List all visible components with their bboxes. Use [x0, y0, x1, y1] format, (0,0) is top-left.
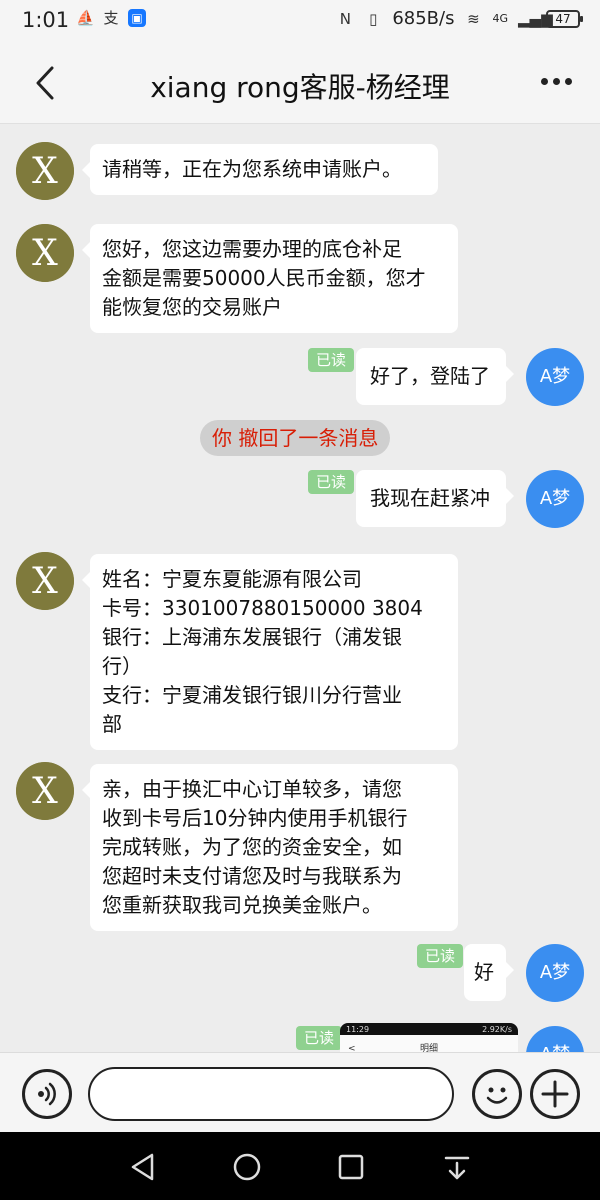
more-dot — [564, 77, 572, 85]
chat-header: xiang rong客服-杨经理 — [0, 42, 600, 124]
signal-label: 4G — [492, 12, 508, 25]
message-line: 亲，由于换汇中心订单较多，请您 — [102, 777, 402, 801]
vibrate-icon: ▯ — [369, 9, 378, 28]
signal-icon: ▂▄▆ — [518, 9, 553, 28]
more-dot — [552, 77, 560, 85]
svg-text:X: X — [32, 233, 58, 274]
agent-avatar[interactable]: X — [16, 552, 74, 610]
message-line: 支行：宁夏浦发银行银川分行营业 — [102, 683, 402, 707]
message-bubble-self[interactable]: 我现在赶紧冲 — [356, 470, 514, 527]
message-bubble[interactable]: 您好，您这边需要办理的底仓补足 金额是需要50000人民币金额，您才 能恢复您的… — [82, 224, 458, 333]
x-logo-icon: X — [16, 552, 74, 610]
message-line: 收到卡号后10分钟内使用手机银行 — [102, 806, 408, 830]
battery-icon: 47 — [546, 9, 583, 28]
thumb-status-right: 2.92K/s — [482, 1025, 512, 1034]
user-avatar[interactable]: A梦 — [526, 944, 584, 1002]
read-badge: 已读 — [417, 944, 464, 968]
nav-home-button[interactable] — [230, 1150, 264, 1184]
nav-back-button[interactable] — [126, 1150, 160, 1184]
voice-button[interactable] — [22, 1069, 72, 1119]
home-circle-icon — [233, 1153, 261, 1181]
read-badge: 已读 — [296, 1026, 343, 1050]
message-line: 完成转账，为了您的资金安全，如 — [102, 835, 402, 859]
message-line: 您超时未支付请您及时与我联系为 — [102, 864, 402, 888]
emoji-button[interactable] — [472, 1069, 522, 1119]
svg-text:X: X — [32, 151, 58, 192]
x-logo-icon: X — [16, 224, 74, 282]
boat-icon: ⛵ — [76, 9, 95, 27]
alipay-icon: 支 — [103, 9, 119, 27]
message-line: 行） — [102, 654, 142, 678]
chat-messages[interactable]: X 请稍等，正在为您系统申请账户。 X 您好，您这边需要办理的底仓补足 金额是需… — [0, 124, 600, 1052]
message-line: 银行：上海浦东发展银行（浦发银 — [102, 625, 402, 649]
recall-notice: 你 撤回了一条消息 — [200, 420, 391, 456]
message-bubble[interactable]: 请稍等，正在为您系统申请账户。 — [82, 144, 438, 195]
system-nav-bar — [0, 1132, 600, 1200]
thumb-back-icon: < — [348, 1044, 356, 1052]
network-speed: 685B/s — [392, 8, 455, 29]
agent-avatar[interactable]: X — [16, 224, 74, 282]
nav-recents-button[interactable] — [334, 1150, 368, 1184]
status-right: N ▯ 685B/s ≋ 4G ▂▄▆ 47 — [336, 8, 583, 29]
back-triangle-icon — [131, 1153, 154, 1181]
thumb-header: < 明细 — [340, 1035, 518, 1052]
message-text: 请稍等，正在为您系统申请账户。 — [102, 157, 402, 181]
message-line: 卡号：3301007880150000 3804 — [102, 596, 423, 620]
recents-square-icon — [338, 1154, 364, 1180]
more-horizontal-icon — [540, 77, 548, 85]
nfc-icon: N — [339, 9, 351, 28]
message-line: 您好，您这边需要办理的底仓补足 — [102, 237, 402, 261]
input-bar — [0, 1052, 600, 1132]
battery-level: 47 — [555, 11, 571, 26]
user-avatar[interactable]: A梦 — [526, 1026, 584, 1052]
message-input[interactable] — [88, 1067, 454, 1121]
notification-down-icon — [444, 1156, 470, 1180]
x-logo-icon: X — [16, 142, 74, 200]
app-icon: ▣ — [128, 9, 146, 27]
x-logo-icon: X — [16, 762, 74, 820]
image-message-thumbnail[interactable]: 11:29 2.92K/s < 明细 — [340, 1023, 518, 1052]
thumb-time: 11:29 — [346, 1025, 370, 1034]
read-badge: 已读 — [308, 348, 355, 372]
thumb-status-bar: 11:29 2.92K/s — [340, 1023, 518, 1035]
nav-notification-button[interactable] — [440, 1150, 474, 1184]
svg-text:X: X — [32, 771, 58, 812]
user-avatar[interactable]: A梦 — [526, 348, 584, 406]
message-line: 金额是需要50000人民币金额，您才 — [102, 266, 426, 290]
user-avatar[interactable]: A梦 — [526, 470, 584, 528]
message-bubble[interactable]: 姓名：宁夏东夏能源有限公司 卡号：3301007880150000 3804 银… — [82, 554, 458, 750]
message-line: 部 — [102, 712, 122, 736]
message-bubble-self[interactable]: 好了，登陆了 — [356, 348, 514, 405]
read-badge: 已读 — [308, 470, 355, 494]
page-title: xiang rong客服-杨经理 — [150, 71, 450, 104]
message-line: 能恢复您的交易账户 — [102, 295, 282, 319]
status-time: 1:01 — [22, 8, 70, 32]
message-bubble[interactable]: 亲，由于换汇中心订单较多，请您 收到卡号后10分钟内使用手机银行 完成转账，为了… — [82, 764, 458, 931]
message-bubble-self[interactable]: 好 — [464, 944, 514, 1001]
plus-button[interactable] — [530, 1069, 580, 1119]
thumb-title: 明细 — [419, 1044, 438, 1052]
agent-avatar[interactable]: X — [16, 142, 74, 200]
message-text: 好 — [474, 960, 494, 984]
message-text: 我现在赶紧冲 — [370, 486, 490, 510]
message-line: 姓名：宁夏东夏能源有限公司 — [102, 567, 362, 591]
message-line: 您重新获取我司兑换美金账户。 — [102, 893, 382, 917]
status-left-icons: ⛵ 支 ▣ — [76, 9, 146, 27]
wifi-icon: ≋ — [467, 9, 480, 28]
emoji-icon — [486, 1087, 508, 1104]
plus-icon — [541, 1080, 569, 1108]
voice-icon — [38, 1082, 56, 1106]
status-bar: 1:01 ⛵ 支 ▣ N ▯ 685B/s ≋ 4G ▂▄▆ 47 — [0, 0, 600, 42]
more-button[interactable] — [536, 66, 576, 96]
message-text: 好了，登陆了 — [370, 364, 490, 388]
agent-avatar[interactable]: X — [16, 762, 74, 820]
svg-text:X: X — [32, 561, 58, 602]
